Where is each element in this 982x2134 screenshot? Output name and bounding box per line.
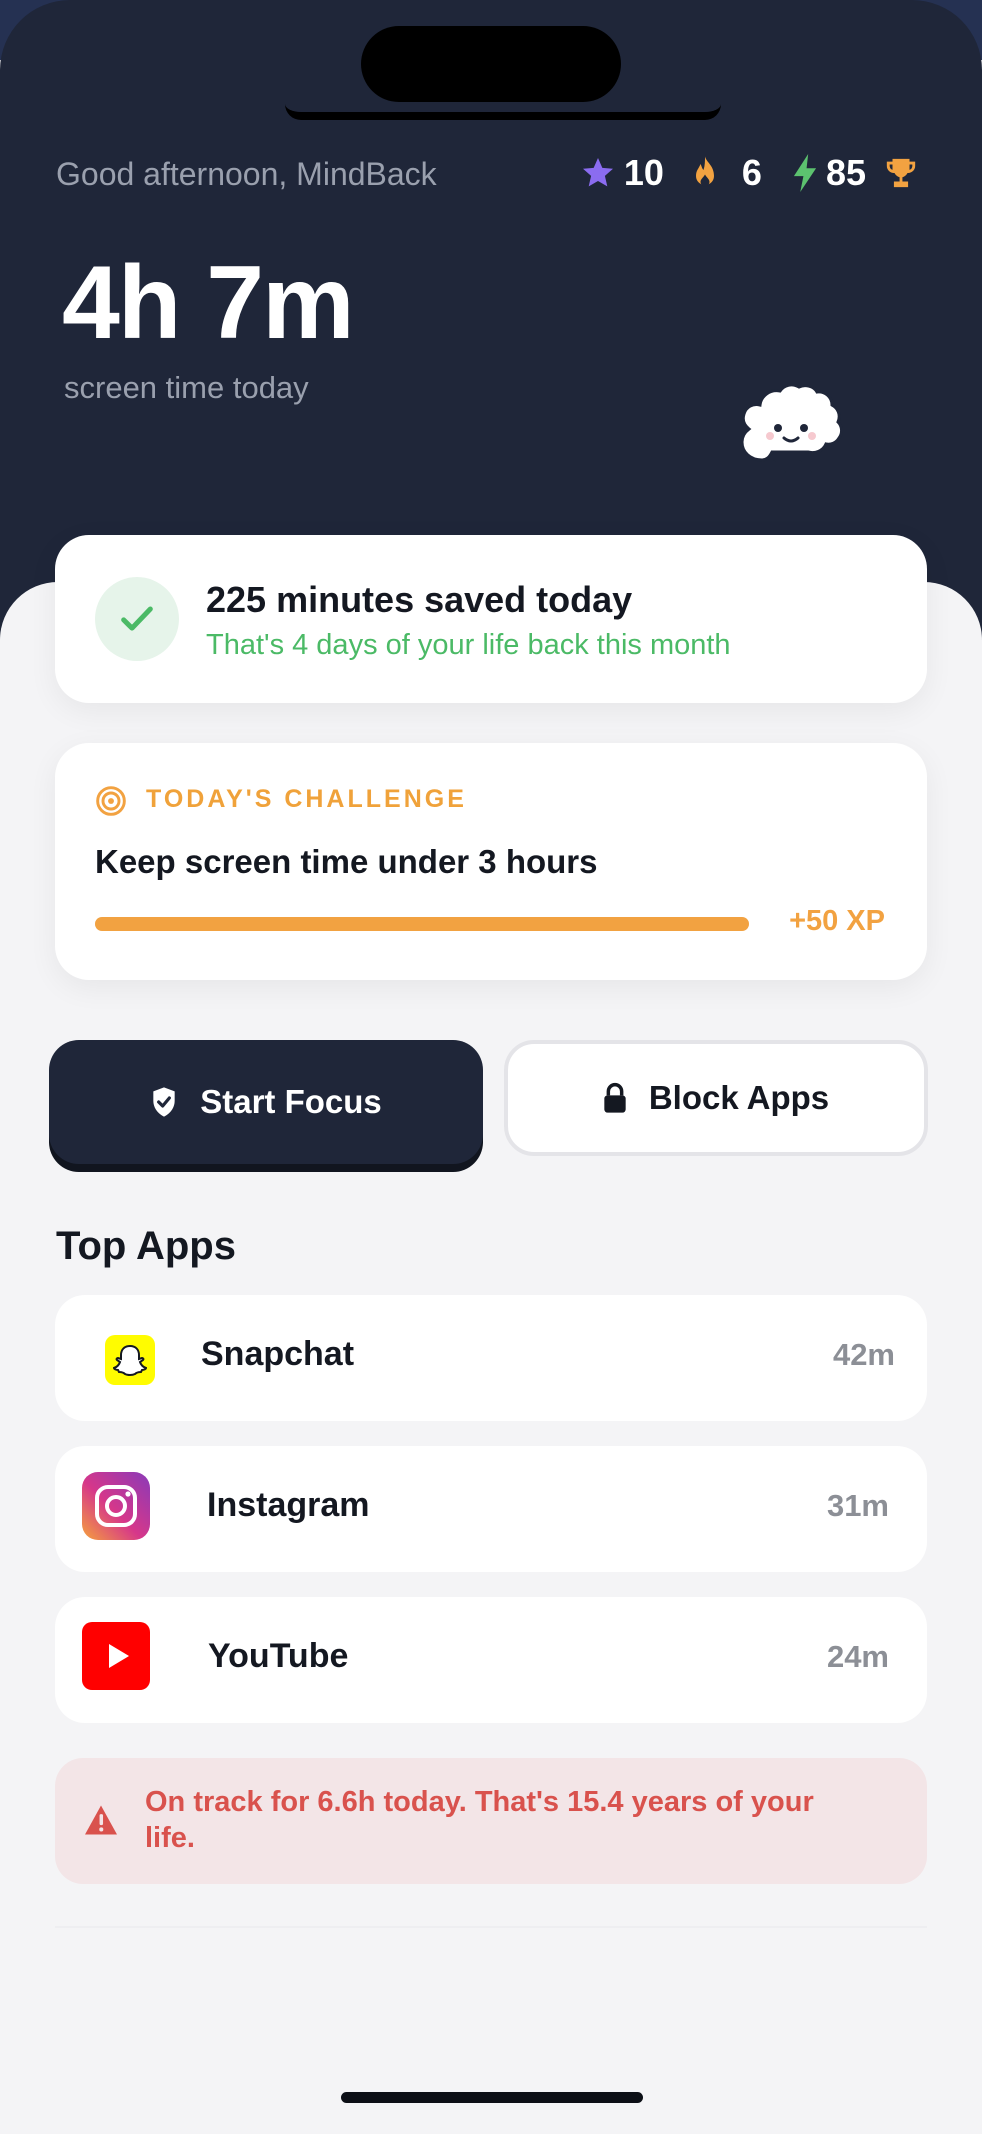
youtube-icon [82,1622,150,1690]
usage-warning-banner: On track for 6.6h today. That's 15.4 yea… [55,1758,927,1884]
instagram-icon [82,1472,150,1540]
island-edge [285,104,721,120]
greeting-text: Good afternoon, MindBack [56,156,437,192]
warning-icon [85,1805,117,1835]
home-indicator[interactable] [341,2092,643,2103]
check-badge [95,577,179,661]
snapchat-icon [105,1335,155,1385]
flame-icon [695,156,714,187]
divider [55,1926,927,1928]
app-time: 24m [826,1639,889,1674]
energy-count: 85 [825,152,866,193]
trophy-stat[interactable] [884,155,926,191]
challenge-title: Keep screen time under 3 hours [95,843,598,880]
energy-stat[interactable]: 85 [792,152,866,194]
app-time: 31m [826,1488,889,1523]
top-apps-title: Top Apps [56,1224,236,1268]
stats-bar: 10 6 85 [562,152,926,194]
block-apps-button[interactable]: Block Apps [504,1040,928,1156]
screen-time-label: screen time today [64,370,309,405]
streak-count: 6 [741,152,762,193]
block-apps-label: Block Apps [648,1079,830,1116]
target-icon [96,786,126,816]
challenge-progress-fill [95,917,749,931]
minutes-saved-card: 225 minutes saved today That's 4 days of… [55,535,927,703]
trophy-icon [886,158,916,188]
start-focus-label: Start Focus [200,1083,382,1120]
lightning-icon [793,154,817,192]
app-name: Instagram [207,1486,370,1524]
dynamic-island [361,26,621,102]
daily-challenge-card[interactable]: TODAY'S CHALLENGE Keep screen time under… [55,743,927,980]
streak-stat[interactable]: 6 [690,152,762,194]
challenge-reward: +50 XP [789,905,885,937]
app-name: YouTube [208,1637,349,1675]
check-icon [121,606,153,631]
app-row-instagram[interactable]: Instagram 31m [55,1446,927,1572]
screen-time-value: 4h 7m [62,245,355,361]
lock-icon [604,1082,626,1113]
minutes-saved-subtitle: That's 4 days of your life back this mon… [206,629,731,661]
usage-warning-text: On track for 6.6h today. That's 15.4 yea… [145,1786,814,1854]
app-row-youtube[interactable]: YouTube 24m [55,1597,927,1723]
app-row-snapchat[interactable]: Snapchat 42m [55,1295,927,1421]
minutes-saved-title: 225 minutes saved today [206,579,633,620]
challenge-progress-bar [95,917,749,931]
start-focus-button[interactable]: Start Focus [49,1040,483,1164]
app-name: Snapchat [201,1335,355,1373]
stars-stat[interactable]: 10 [580,152,664,194]
star-icon [582,158,613,187]
brain-mascot-icon [740,383,843,474]
challenge-label: TODAY'S CHALLENGE [146,785,467,813]
app-time: 42m [832,1337,895,1372]
shield-check-icon [153,1087,175,1117]
app-screen: Good afternoon, MindBack 10 6 85 4h 7m s… [0,0,982,2134]
stars-count: 10 [623,152,664,193]
